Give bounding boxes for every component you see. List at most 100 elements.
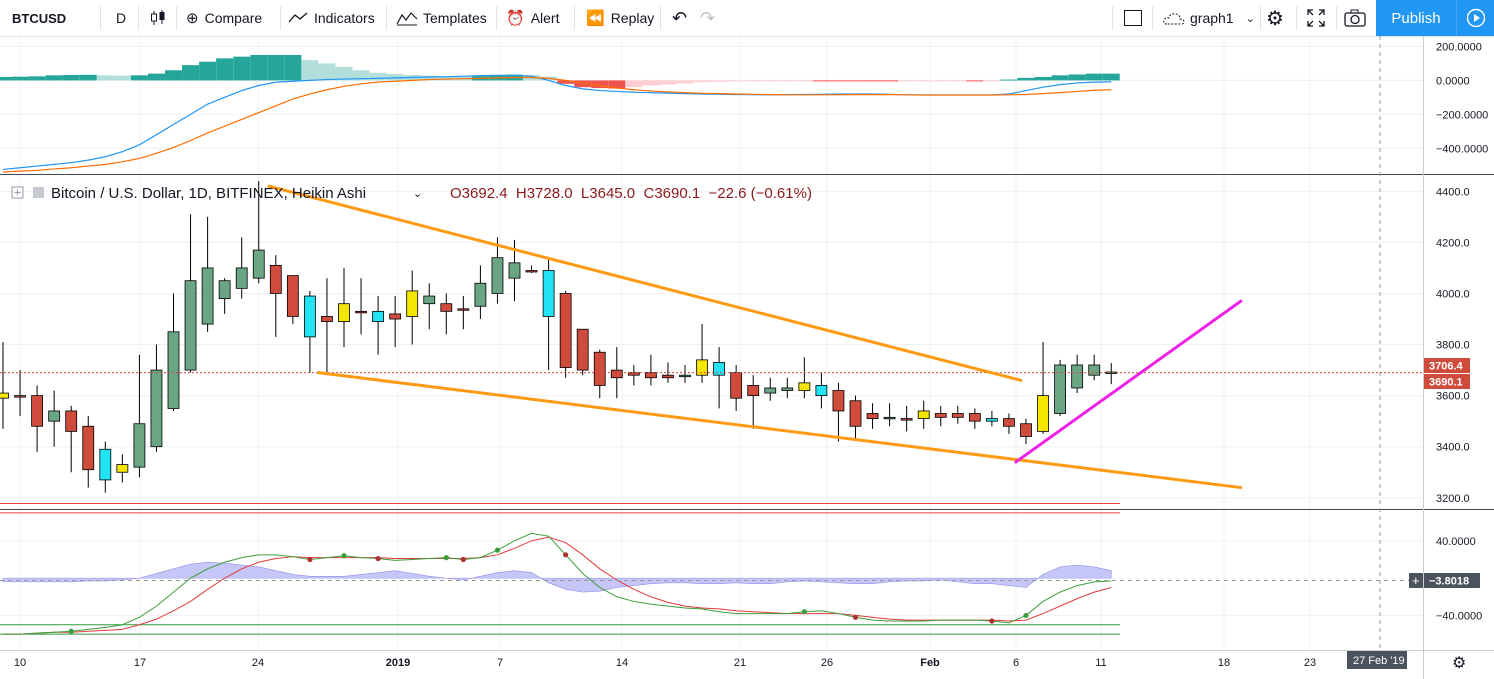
candle[interactable]	[986, 418, 998, 422]
candle[interactable]	[900, 418, 913, 421]
candle[interactable]	[406, 290, 419, 317]
price-axis-label: 3800.0	[1436, 340, 1470, 352]
candle[interactable]	[917, 410, 930, 420]
candle[interactable]	[508, 262, 521, 279]
macd-histogram-bar	[250, 54, 268, 81]
candle[interactable]	[235, 267, 248, 289]
candle[interactable]	[747, 385, 760, 397]
oscillator-pane[interactable]	[0, 503, 1120, 635]
candle[interactable]	[269, 264, 282, 294]
candle[interactable]	[167, 331, 180, 409]
candle[interactable]	[218, 280, 231, 299]
candle[interactable]	[1020, 423, 1032, 437]
macd-histogram-bar	[11, 76, 29, 81]
time-axis-label: 26	[821, 657, 833, 669]
candle[interactable]	[679, 374, 691, 378]
chart-canvas[interactable]: 200.0000 0.0000 −200.0000 −400.0000 4400.0 42…	[0, 0, 1494, 679]
candle[interactable]	[730, 372, 743, 399]
candle[interactable]	[252, 249, 265, 279]
time-axis-label: 2019	[386, 657, 410, 669]
candle[interactable]	[781, 387, 794, 391]
lower-price-tag: 3690.1	[1429, 377, 1463, 389]
macd-histogram-bar	[1000, 79, 1018, 81]
candle[interactable]	[542, 270, 555, 317]
candle[interactable]	[798, 382, 811, 391]
candle[interactable]	[645, 372, 657, 379]
candle[interactable]	[338, 303, 350, 322]
candle[interactable]	[116, 464, 129, 473]
candle[interactable]	[832, 390, 845, 412]
macd-histogram-bar	[642, 80, 660, 86]
plus-icon[interactable]: +	[1412, 573, 1420, 588]
macd-histogram-bar	[369, 72, 387, 81]
candle[interactable]	[184, 280, 197, 371]
candle[interactable]	[1003, 418, 1015, 427]
cross-dot	[852, 614, 859, 620]
candle[interactable]	[491, 257, 504, 294]
candle[interactable]	[866, 413, 879, 420]
candle[interactable]	[610, 369, 623, 379]
candle[interactable]	[355, 310, 367, 314]
candle[interactable]	[849, 400, 862, 427]
candle[interactable]	[389, 313, 402, 320]
macd-histogram-bar	[1034, 77, 1052, 81]
candle[interactable]	[321, 316, 333, 322]
macd-histogram-bar	[727, 80, 745, 82]
price-axis-label: 3600.0	[1436, 391, 1470, 403]
macd-histogram-bar	[165, 70, 182, 81]
trendline[interactable]	[267, 184, 1023, 382]
candle[interactable]	[457, 308, 470, 311]
candle[interactable]	[133, 423, 146, 468]
candle[interactable]	[525, 270, 538, 273]
macd-histogram-bar	[949, 80, 967, 82]
candle[interactable]	[934, 413, 947, 418]
candle[interactable]	[662, 374, 674, 379]
candle[interactable]	[1088, 364, 1101, 376]
chevron-down-icon[interactable]: ⌄	[413, 188, 422, 200]
candle[interactable]	[968, 413, 981, 422]
candle[interactable]	[815, 385, 828, 397]
macd-histogram-bar	[182, 65, 200, 81]
candle[interactable]	[951, 413, 964, 418]
macd-histogram-bar	[864, 80, 882, 82]
trendline[interactable]	[316, 371, 1243, 490]
candle[interactable]	[423, 295, 436, 305]
candle[interactable]	[82, 425, 95, 471]
candle[interactable]	[440, 303, 453, 312]
candle[interactable]	[31, 395, 44, 427]
macd-pane[interactable]	[0, 54, 1120, 173]
macd-axis-label: 200.0000	[1436, 41, 1482, 53]
candle[interactable]	[48, 410, 61, 422]
candle[interactable]	[150, 369, 163, 448]
cross-dot	[375, 555, 381, 562]
candle[interactable]	[764, 387, 777, 394]
candle[interactable]	[14, 395, 26, 398]
trendline[interactable]	[1014, 299, 1243, 464]
candle[interactable]	[65, 410, 78, 432]
macd-histogram-bar	[301, 60, 319, 81]
price-pane[interactable]	[0, 181, 1423, 493]
candle[interactable]	[0, 392, 9, 399]
candle[interactable]	[1037, 395, 1049, 432]
series-legend[interactable]: Bitcoin / U.S. Dollar, 1D, BITFINEX, Hei…	[11, 185, 812, 202]
candle[interactable]	[303, 295, 316, 338]
macd-histogram-bar	[795, 80, 813, 82]
time-axis-label: 7	[497, 657, 503, 669]
oscillator-cloud	[2, 561, 1112, 593]
candle[interactable]	[286, 275, 299, 317]
candle[interactable]	[1105, 371, 1118, 374]
macd-histogram-bar	[812, 80, 830, 82]
candle[interactable]	[713, 362, 725, 376]
candle[interactable]	[372, 310, 385, 322]
candle[interactable]	[576, 328, 589, 371]
macd-histogram-bar	[625, 80, 643, 88]
candle[interactable]	[99, 448, 112, 481]
candle[interactable]	[1071, 364, 1084, 389]
gear-icon[interactable]: ⚙	[1452, 655, 1466, 672]
cross-dot	[1023, 612, 1029, 619]
candle[interactable]	[593, 351, 606, 386]
candle[interactable]	[474, 282, 487, 307]
candle[interactable]	[201, 267, 214, 325]
candle[interactable]	[559, 293, 572, 368]
candle[interactable]	[883, 416, 896, 420]
